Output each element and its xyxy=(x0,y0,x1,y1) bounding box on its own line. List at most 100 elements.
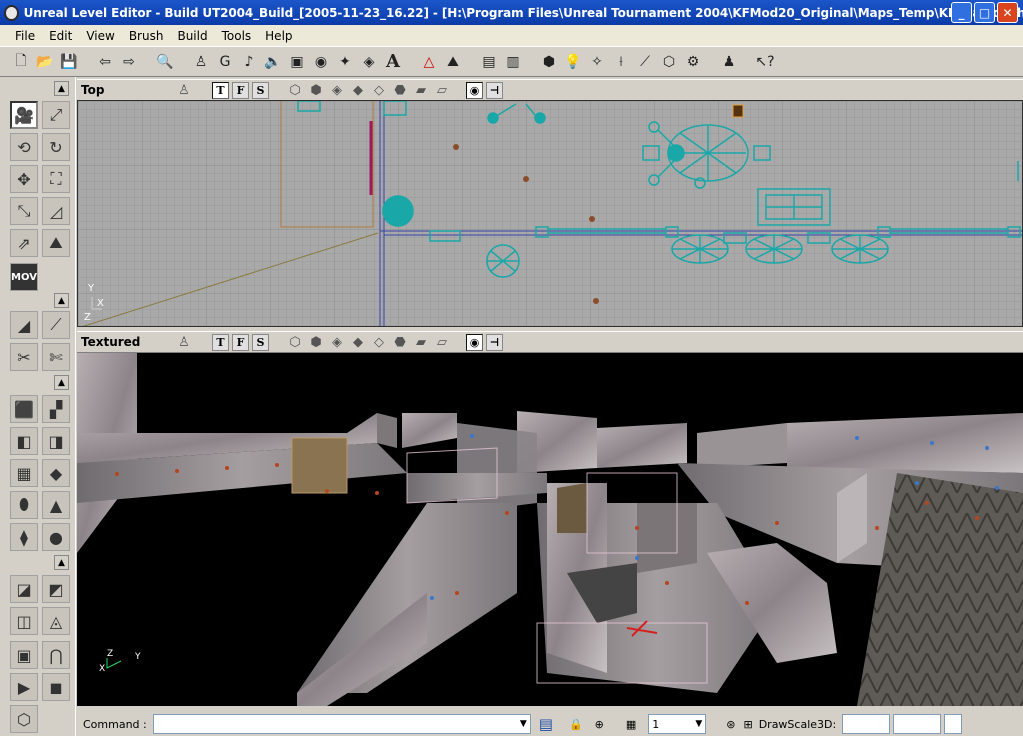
clip-flip-icon[interactable]: ✂ xyxy=(10,343,38,371)
wireframe-cube-icon[interactable]: ⬡ xyxy=(286,81,304,99)
lighting-cube-icon[interactable]: ◆ xyxy=(349,333,367,351)
context-help-icon[interactable]: ↖? xyxy=(754,51,776,73)
mesh-browser-icon[interactable]: ◉ xyxy=(310,51,332,73)
add-brush-icon[interactable]: ◪ xyxy=(10,575,38,603)
drawscale-x-field[interactable] xyxy=(842,714,891,734)
music-browser-icon[interactable]: ♪ xyxy=(238,51,260,73)
add-mover-icon[interactable]: ◼ xyxy=(42,673,70,701)
add-special-brush-icon[interactable]: ▣ xyxy=(10,641,38,669)
textured-cube-icon[interactable]: ◇ xyxy=(370,81,388,99)
curved-stair-icon[interactable]: ◧ xyxy=(10,427,38,455)
unlit-cube-icon[interactable]: ▱ xyxy=(433,333,451,351)
scroll-up-icon[interactable]: ▲ xyxy=(54,375,69,390)
terrain-editor-icon[interactable]: ⛰ xyxy=(442,51,464,73)
realtime-eye-icon[interactable]: ◉ xyxy=(466,81,483,99)
menu-file[interactable]: File xyxy=(8,29,42,43)
rotate-brush-icon[interactable]: ↻ xyxy=(42,133,70,161)
camera-mode-icon[interactable]: 🎥 xyxy=(10,101,38,129)
font-browser-icon[interactable]: A xyxy=(382,51,404,73)
minimize-button[interactable]: _ xyxy=(951,2,972,23)
add-static-mesh-icon[interactable]: ⋂ xyxy=(42,641,70,669)
rotate-mode-icon[interactable]: ⟲ xyxy=(10,133,38,161)
undo-icon[interactable]: ⇦ xyxy=(94,51,116,73)
redo-icon[interactable]: ⇨ xyxy=(118,51,140,73)
polygon-edit-icon[interactable]: ◿ xyxy=(42,197,70,225)
top-viewport[interactable]: Y X Z xyxy=(77,100,1023,327)
spiral-stair-icon[interactable]: ◨ xyxy=(42,427,70,455)
depth-plane-icon[interactable]: ▰ xyxy=(412,333,430,351)
play-map-icon[interactable]: ♟ xyxy=(718,51,740,73)
save-map-icon[interactable]: 💾 xyxy=(58,51,80,73)
add-volume-icon[interactable]: ▶ xyxy=(10,673,38,701)
clip-brush-icon[interactable]: ◢ xyxy=(10,311,38,339)
search-actors-icon[interactable]: 🔍 xyxy=(154,51,176,73)
textured-cube-icon[interactable]: ◇ xyxy=(370,333,388,351)
realtime-eye-icon[interactable]: ◉ xyxy=(466,333,483,351)
log-window-icon[interactable]: ▤ xyxy=(539,715,553,733)
zone-cube-icon[interactable]: ⬢ xyxy=(307,333,325,351)
rotation-grid-icon[interactable]: ⊛ xyxy=(726,718,735,731)
textured-view-mode-f[interactable]: F xyxy=(232,333,249,351)
volumetric-builder-icon[interactable]: ⧫ xyxy=(10,523,38,551)
texture-browser-icon[interactable]: ▣ xyxy=(286,51,308,73)
unlit-cube-icon[interactable]: ▱ xyxy=(433,81,451,99)
new-map-icon[interactable]: 🗋 xyxy=(10,51,32,73)
sheet-builder-icon[interactable]: ▦ xyxy=(10,459,38,487)
actor-browser-icon[interactable]: ♙ xyxy=(190,51,212,73)
menu-tools[interactable]: Tools xyxy=(215,29,259,43)
animation-browser-icon[interactable]: ✦ xyxy=(334,51,356,73)
menu-build[interactable]: Build xyxy=(170,29,214,43)
menu-brush[interactable]: Brush xyxy=(122,29,171,43)
viewport-menu-icon[interactable]: ⊣ xyxy=(486,81,503,99)
viewport-joystick-icon[interactable]: ♙ xyxy=(175,81,193,99)
grid-icon[interactable]: ▦ xyxy=(626,718,636,731)
build-options-icon[interactable]: ⚙ xyxy=(682,51,704,73)
build-paths-changed-icon[interactable]: ⟋ xyxy=(634,51,656,73)
cone-builder-icon[interactable]: ▲ xyxy=(42,491,70,519)
menu-help[interactable]: Help xyxy=(258,29,299,43)
cube-builder-icon[interactable]: ⬛ xyxy=(10,395,38,423)
intersect-brush-icon[interactable]: ◫ xyxy=(10,607,38,635)
matinee-mov-icon[interactable]: MOV xyxy=(10,263,38,291)
vertex-edit-icon[interactable]: ⤡ xyxy=(10,197,38,225)
depth-plane-icon[interactable]: ▰ xyxy=(412,81,430,99)
menu-edit[interactable]: Edit xyxy=(42,29,79,43)
polys-cube-icon[interactable]: ⬣ xyxy=(391,81,409,99)
actor-properties-icon[interactable]: ▤ xyxy=(478,51,500,73)
drawscale-y-field[interactable] xyxy=(893,714,942,734)
clip-split-icon[interactable]: ⟋ xyxy=(42,311,70,339)
build-all-icon[interactable]: ⬡ xyxy=(658,51,680,73)
drawscale-z-field[interactable] xyxy=(944,714,963,734)
close-button[interactable]: ✕ xyxy=(997,2,1018,23)
terrain-mode-icon[interactable]: ⛶ xyxy=(42,165,70,193)
chevron-down-icon[interactable]: ▼ xyxy=(695,719,702,729)
pivot-icon[interactable]: ⊕ xyxy=(595,718,604,731)
terrain-paint-icon[interactable]: ⛰ xyxy=(42,229,70,257)
textured-viewport-canvas[interactable]: Z Y X xyxy=(77,353,1023,706)
top-viewport-canvas[interactable]: Y X Z xyxy=(78,101,1023,327)
top-view-mode-f[interactable]: F xyxy=(232,81,249,99)
lighting-cube-icon[interactable]: ◆ xyxy=(349,81,367,99)
cylinder-builder-icon[interactable]: ⬮ xyxy=(10,491,38,519)
scroll-up-icon[interactable]: ▲ xyxy=(54,293,69,308)
staircase-builder-icon[interactable]: ▞ xyxy=(42,395,70,423)
scale-mode-icon[interactable]: ⤢ xyxy=(42,101,70,129)
group-browser-icon[interactable]: G xyxy=(214,51,236,73)
polys-cube-icon[interactable]: ⬣ xyxy=(391,333,409,351)
textured-view-mode-t[interactable]: T xyxy=(212,333,229,351)
clip-delete-icon[interactable]: ✄ xyxy=(42,343,70,371)
sphere-builder-icon[interactable]: ● xyxy=(42,523,70,551)
build-lighting-icon[interactable]: 💡 xyxy=(562,51,584,73)
subtract-brush-icon[interactable]: ◩ xyxy=(42,575,70,603)
move-mode-icon[interactable]: ✥ xyxy=(10,165,38,193)
add-antiportal-icon[interactable]: ⬡ xyxy=(10,705,38,733)
build-lighting-changed-icon[interactable]: ✧ xyxy=(586,51,608,73)
viewport-joystick-icon[interactable]: ♙ xyxy=(175,333,193,351)
build-paths-icon[interactable]: ⟊ xyxy=(610,51,632,73)
grid-size-select[interactable]: 1 ▼ xyxy=(648,714,707,734)
menu-view[interactable]: View xyxy=(79,29,121,43)
textured-view-mode-s[interactable]: S xyxy=(252,333,269,351)
deintersect-brush-icon[interactable]: ◬ xyxy=(42,607,70,635)
plane-builder-icon[interactable]: ◆ xyxy=(42,459,70,487)
build-geometry-icon[interactable]: ⬢ xyxy=(538,51,560,73)
